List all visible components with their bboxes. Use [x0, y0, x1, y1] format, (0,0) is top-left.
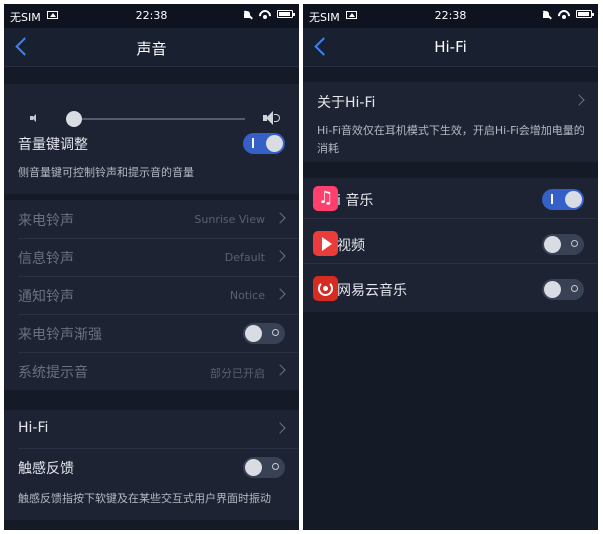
message-ringtone-label: 信息铃声 [18, 251, 74, 267]
page-title: 声音 [136, 40, 167, 58]
hifi-row[interactable]: Hi-Fi [18, 410, 299, 449]
battery-icon [277, 10, 295, 18]
volume-keys-toggle[interactable] [243, 133, 285, 154]
volume-track[interactable] [66, 111, 245, 127]
app-label: i 音乐 [337, 193, 374, 209]
nav-bar: Hi-Fi [303, 28, 598, 67]
message-ringtone-row[interactable]: 信息铃声 Default [18, 238, 299, 277]
about-hifi-group: 关于Hi-Fi Hi-Fi音效仅在耳机模式下生效，开启Hi-Fi会增加电量的消耗 [303, 82, 598, 162]
volume-keys-row[interactable]: 音量键调整 [18, 124, 299, 162]
notification-ringtone-label: 通知铃声 [18, 289, 74, 305]
volume-keys-label: 音量键调整 [18, 137, 88, 153]
wifi-icon [259, 9, 271, 19]
chevron-right-icon [274, 422, 286, 434]
notification-ringtone-row[interactable]: 通知铃声 Notice [18, 276, 299, 315]
volume-group: 音量键调整 侧音量键可控制铃声和提示音的音量 [4, 84, 299, 194]
incoming-ringtone-value: Sunrise View [194, 213, 265, 226]
incoming-ringtone-row[interactable]: 来电铃声 Sunrise View [18, 200, 299, 239]
hifi-settings-screen: 无SIM 22:38 Hi-Fi 关于Hi-Fi Hi-Fi音效仅在耳机模式下生… [303, 4, 598, 530]
music-icon [313, 186, 338, 211]
page-title: Hi-Fi [434, 38, 467, 56]
ringtone-crescendo-label: 来电铃声渐强 [18, 327, 102, 343]
netease-music-icon [313, 276, 338, 301]
about-hifi-label: 关于Hi-Fi [317, 95, 376, 111]
nav-bar: 声音 [4, 28, 299, 67]
ringtone-crescendo-toggle[interactable] [243, 323, 285, 344]
hifi-note: Hi-Fi音效仅在耳机模式下生效，开启Hi-Fi会增加电量的消耗 [317, 124, 585, 155]
status-bar: 无SIM 22:38 [4, 4, 299, 28]
sound-settings-screen: 无SIM 22:38 声音 音量键调整 侧音量键可控制铃声和提示音的音量 来电铃… [4, 4, 299, 530]
volume-keys-note: 侧音量键可控制铃声和提示音的音量 [18, 166, 194, 179]
chevron-right-icon [573, 94, 585, 106]
battery-icon [576, 10, 594, 18]
chevron-right-icon [274, 288, 286, 300]
message-ringtone-value: Default [224, 251, 265, 264]
hifi-apps-group: i 音乐 视频 网易云音乐 [303, 178, 598, 312]
app-label: 视频 [337, 238, 365, 254]
video-toggle[interactable] [542, 234, 584, 255]
app-row-netease-music[interactable]: 网易云音乐 [303, 270, 598, 308]
chevron-right-icon [274, 364, 286, 376]
i-music-toggle[interactable] [542, 189, 584, 210]
haptic-note: 触感反馈指按下软键及在某些交互式用户界面时振动 [18, 492, 271, 505]
volume-low-icon [30, 114, 36, 122]
video-icon [313, 231, 338, 256]
netease-music-toggle[interactable] [542, 279, 584, 300]
mute-icon [542, 9, 552, 19]
ringtone-group: 来电铃声 Sunrise View 信息铃声 Default 通知铃声 Noti… [4, 200, 299, 390]
haptic-row[interactable]: 触感反馈 [18, 448, 299, 486]
mute-icon [243, 9, 253, 19]
ringtone-crescendo-row[interactable]: 来电铃声渐强 [18, 314, 299, 353]
notification-ringtone-value: Notice [229, 289, 265, 302]
app-row-i-music[interactable]: i 音乐 [303, 180, 598, 219]
volume-high-icon [263, 111, 281, 125]
about-hifi-row[interactable]: 关于Hi-Fi [317, 82, 598, 120]
chevron-right-icon [274, 250, 286, 262]
app-row-video[interactable]: 视频 [303, 225, 598, 264]
status-bar: 无SIM 22:38 [303, 4, 598, 28]
hifi-label: Hi-Fi [18, 420, 49, 436]
hifi-haptic-group: Hi-Fi 触感反馈 触感反馈指按下软键及在某些交互式用户界面时振动 [4, 410, 299, 520]
app-label: 网易云音乐 [337, 283, 407, 299]
wifi-icon [558, 9, 570, 19]
system-sound-label: 系统提示音 [18, 365, 88, 381]
chevron-right-icon [274, 212, 286, 224]
incoming-ringtone-label: 来电铃声 [18, 213, 74, 229]
haptic-label: 触感反馈 [18, 461, 74, 477]
system-sound-row[interactable]: 系统提示音 部分已开启 [18, 352, 299, 390]
haptic-toggle[interactable] [243, 457, 285, 478]
system-sound-value: 部分已开启 [210, 367, 265, 380]
